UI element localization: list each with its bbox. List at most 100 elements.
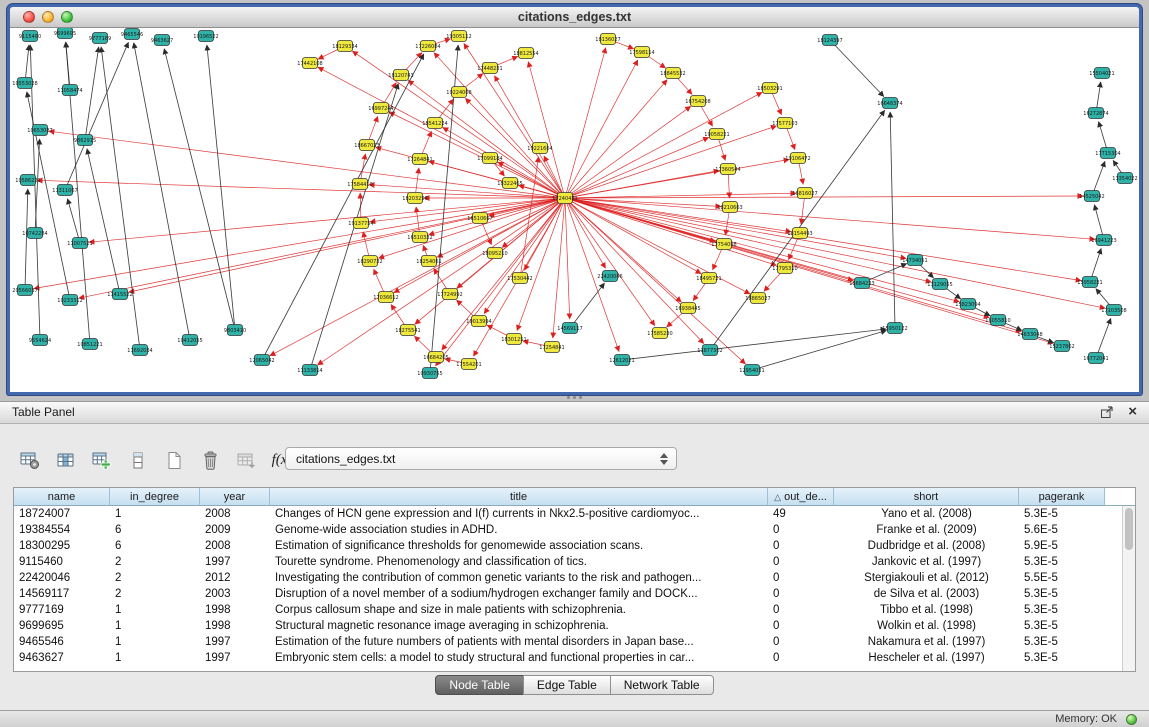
graph-edge[interactable] — [565, 138, 709, 199]
graph-node[interactable]: 16941223 — [1091, 235, 1116, 246]
graph-edge[interactable] — [352, 51, 565, 198]
graph-edge[interactable] — [565, 160, 789, 199]
graph-node[interactable]: 10196522 — [193, 31, 218, 42]
graph-edge[interactable] — [85, 47, 99, 140]
table-row[interactable]: 1872400712008Changes of HCN gene express… — [14, 506, 1135, 522]
column-header-out_degree[interactable]: △ out_de... — [768, 488, 834, 506]
close-window-button[interactable] — [23, 11, 35, 23]
graph-edge[interactable] — [553, 198, 565, 338]
graph-node[interactable]: 22420046 — [597, 271, 622, 282]
tab-edge-table[interactable]: Edge Table — [523, 675, 611, 695]
graph-node[interactable]: 16772041 — [1083, 353, 1108, 364]
graph-node[interactable]: 15237862 — [1049, 341, 1074, 352]
network-canvas[interactable]: 1724048117254841183012511901399417724992… — [10, 28, 1139, 392]
graph-node[interactable]: 18667023 — [354, 140, 379, 151]
graph-node[interactable]: 18136027 — [595, 34, 620, 45]
graph-edge[interactable] — [565, 48, 606, 198]
graph-edge[interactable] — [830, 40, 884, 97]
graph-node[interactable]: 9463627 — [151, 35, 173, 46]
edit-columns-icon[interactable] — [88, 446, 116, 474]
graph-edge[interactable] — [565, 198, 655, 326]
graph-node[interactable]: 11058474 — [57, 85, 82, 96]
tab-network-table[interactable]: Network Table — [610, 675, 714, 695]
graph-edge[interactable] — [87, 149, 120, 294]
graph-node[interactable]: 20566037 — [12, 285, 37, 296]
vertical-scrollbar[interactable] — [1122, 506, 1135, 671]
graph-node[interactable]: 18210663 — [717, 202, 742, 213]
graph-node[interactable]: 10233312 — [57, 295, 82, 306]
table-row[interactable]: 1830029562008Estimation of significance … — [14, 538, 1135, 554]
graph-node[interactable]: 12612021 — [609, 355, 634, 366]
graph-edge[interactable] — [570, 283, 605, 328]
graph-edge[interactable] — [129, 198, 565, 292]
graph-node[interactable]: 18203296 — [402, 193, 427, 204]
graph-node[interactable]: 19305112 — [446, 31, 471, 42]
graph-node[interactable]: 17577103 — [772, 118, 797, 129]
column-header-short[interactable]: short — [834, 488, 1019, 506]
graph-node[interactable]: 19221664 — [527, 143, 552, 154]
graph-node[interactable]: 18290732 — [357, 256, 382, 267]
graph-node[interactable]: 18154493 — [787, 228, 812, 239]
tab-node-table[interactable]: Node Table — [435, 675, 524, 695]
graph-node[interactable]: 11311067 — [52, 185, 77, 196]
table-row[interactable]: 911546021997Tourette syndrome. Phenomeno… — [14, 554, 1135, 570]
table-settings-icon[interactable] — [16, 446, 44, 474]
graph-node[interactable]: 17099184 — [477, 153, 502, 164]
graph-node[interactable]: 17554201 — [456, 359, 481, 370]
graph-edge[interactable] — [25, 189, 28, 290]
window-titlebar[interactable]: citations_edges.txt — [10, 7, 1139, 28]
column-header-title[interactable]: title — [270, 488, 768, 506]
graph-node[interactable]: 15958231 — [1077, 277, 1102, 288]
graph-node[interactable]: 9554624 — [29, 335, 51, 346]
graph-edge[interactable] — [565, 198, 931, 282]
graph-node[interactable]: 16997244 — [368, 103, 393, 114]
table-row[interactable]: 946362711997Embryonic stem cells: a mode… — [14, 650, 1135, 666]
graph-node[interactable]: 11877302 — [697, 345, 722, 356]
graph-edge[interactable] — [134, 43, 190, 340]
graph-node[interactable]: 17103508 — [1101, 305, 1126, 316]
graph-node[interactable]: 11692034 — [127, 345, 152, 356]
scrollbar-thumb[interactable] — [1125, 508, 1133, 550]
graph-edge[interactable] — [565, 92, 762, 198]
minimize-window-button[interactable] — [42, 11, 54, 23]
graph-edge[interactable] — [565, 198, 1053, 343]
graph-node[interactable]: 11415522 — [107, 289, 132, 300]
float-panel-icon[interactable] — [1100, 406, 1114, 419]
graph-node[interactable]: 18845532 — [660, 68, 685, 79]
graph-node[interactable]: 11007521 — [67, 238, 92, 249]
graph-edge[interactable] — [35, 139, 40, 233]
graph-edge[interactable] — [436, 198, 566, 366]
graph-edge[interactable] — [565, 198, 1081, 281]
graph-edge[interactable] — [262, 54, 424, 360]
delete-icon[interactable] — [196, 446, 224, 474]
graph-edge[interactable] — [37, 180, 565, 198]
graph-node[interactable]: 10553028 — [12, 78, 37, 89]
table-row[interactable]: 2242004622012Investigating the contribut… — [14, 570, 1135, 586]
row-options-icon[interactable] — [124, 446, 152, 474]
graph-node[interactable]: 19224068 — [446, 87, 471, 98]
graph-node[interactable]: 12954031 — [739, 365, 764, 376]
graph-edge[interactable] — [1096, 318, 1111, 358]
graph-edge[interactable] — [565, 106, 691, 198]
graph-node[interactable]: 15504021 — [1089, 68, 1114, 79]
graph-node[interactable]: 9699695 — [54, 28, 76, 39]
column-header-in_degree[interactable]: in_degree — [110, 488, 200, 506]
graph-node[interactable]: 17360544 — [715, 164, 740, 175]
table-source-select[interactable]: citations_edges.txt — [285, 447, 677, 470]
graph-node[interactable]: 17724992 — [437, 289, 462, 300]
graph-node[interactable]: 14734051 — [902, 255, 927, 266]
graph-node[interactable]: 18541224 — [422, 118, 447, 129]
graph-node[interactable]: 10412055 — [177, 335, 202, 346]
graph-node[interactable]: 18120743 — [388, 70, 413, 81]
show-columns-icon[interactable] — [52, 446, 80, 474]
zoom-window-button[interactable] — [61, 11, 73, 23]
graph-node[interactable]: 17254841 — [539, 342, 564, 353]
table-row[interactable]: 946554611997Estimation of the future num… — [14, 634, 1135, 650]
graph-edge[interactable] — [565, 198, 570, 319]
graph-node[interactable]: 9803410 — [224, 325, 246, 336]
graph-node[interactable]: 18129334 — [332, 41, 357, 52]
graph-node[interactable]: 16754208 — [685, 96, 710, 107]
graph-node[interactable]: 16055810 — [985, 315, 1010, 326]
column-header-year[interactable]: year — [200, 488, 270, 506]
graph-node[interactable]: 11133814 — [297, 365, 322, 376]
